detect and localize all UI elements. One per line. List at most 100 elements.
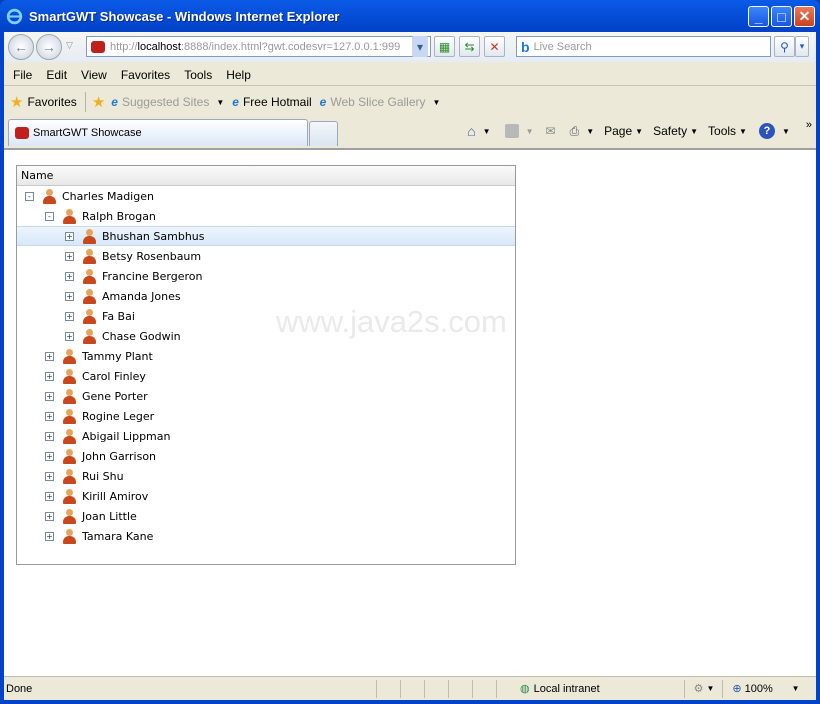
expand-icon[interactable]: + (65, 331, 74, 341)
protected-mode-icon[interactable]: ⚙ (694, 682, 704, 695)
address-dropdown-button[interactable]: ▾ (412, 36, 428, 57)
zoom-level[interactable]: 100% (745, 683, 789, 695)
feeds-icon[interactable] (504, 124, 519, 138)
tree-row[interactable]: + Rui Shu (17, 466, 515, 486)
expand-icon[interactable]: + (65, 251, 74, 261)
expand-icon[interactable]: + (65, 291, 74, 301)
home-dropdown-icon[interactable]: ▼ (483, 127, 491, 136)
address-host: localhost (137, 40, 181, 53)
expand-icon[interactable]: + (65, 311, 74, 321)
expand-icon[interactable]: + (65, 271, 74, 281)
ie-logo-icon (6, 8, 23, 24)
tree-row-name: Charles Madigen (62, 189, 154, 203)
maximize-button[interactable]: □ (771, 6, 792, 27)
command-bar: ⌂ ▼ ▼ ✉ ⎙ ▼ Page ▼ Safety ▼ Tools ▼ ? ▼ » (467, 119, 816, 143)
minimize-button[interactable]: _ (748, 6, 769, 27)
chevron-down-icon: ▼ (739, 126, 747, 136)
menu-view[interactable]: View (81, 68, 107, 82)
person-icon (62, 428, 76, 444)
favorites-label: Favorites (27, 95, 77, 109)
zoom-dropdown-icon[interactable]: ▼ (792, 684, 800, 693)
forward-button[interactable]: → (36, 34, 62, 60)
address-bar[interactable]: http://localhost:8888/index.html?gwt.cod… (86, 36, 431, 57)
suggested-sites-label: Suggested Sites (121, 95, 210, 109)
menu-file[interactable]: File (13, 68, 32, 82)
tree-row-name: Chase Godwin (102, 329, 181, 343)
tab-smartgwt-showcase[interactable]: SmartGWT Showcase (8, 119, 308, 146)
person-icon (82, 328, 96, 344)
search-input[interactable]: b Live Search (516, 36, 771, 57)
tools-menu[interactable]: Tools ▼ (708, 124, 747, 138)
print-icon[interactable]: ⎙ (570, 124, 580, 139)
tree-row[interactable]: - Charles Madigen (17, 186, 515, 206)
menu-favorites[interactable]: Favorites (121, 68, 170, 82)
tree-row[interactable]: + Tamara Kane (17, 526, 515, 546)
expand-icon[interactable]: + (65, 231, 74, 241)
expand-icon[interactable]: + (45, 351, 54, 361)
expand-icon[interactable]: + (45, 471, 54, 481)
tree-row[interactable]: + Kirill Amirov (17, 486, 515, 506)
menu-help[interactable]: Help (226, 68, 251, 82)
tree-row[interactable]: + Betsy Rosenbaum (17, 246, 515, 266)
expand-icon[interactable]: + (45, 491, 54, 501)
tree-row[interactable]: + Tammy Plant (17, 346, 515, 366)
help-icon[interactable]: ? (758, 123, 775, 139)
collapse-icon[interactable]: - (25, 191, 34, 201)
protected-mode-dropdown-icon[interactable]: ▼ (706, 684, 714, 693)
compatibility-view-button[interactable]: ▦ (434, 36, 455, 57)
feeds-dropdown-icon[interactable]: ▼ (526, 127, 534, 136)
menu-tools[interactable]: Tools (184, 68, 212, 82)
tree-row[interactable]: + Francine Bergeron (17, 266, 515, 286)
tree-row-name: Francine Bergeron (102, 269, 203, 283)
expand-icon[interactable]: + (45, 391, 54, 401)
tree-row[interactable]: + Joan Little (17, 506, 515, 526)
expand-icon[interactable]: + (45, 371, 54, 381)
tree-row[interactable]: + Rogine Leger (17, 406, 515, 426)
back-button[interactable]: ← (8, 34, 34, 60)
tree-row[interactable]: + Gene Porter (17, 386, 515, 406)
expand-icon[interactable]: + (45, 411, 54, 421)
tree-row[interactable]: + Bhushan Sambhus (17, 226, 515, 246)
tree-row-name: Gene Porter (82, 389, 148, 403)
expand-icon[interactable]: + (45, 451, 54, 461)
ie-page-icon: e (232, 95, 239, 109)
expand-icon[interactable]: + (45, 431, 54, 441)
menu-edit[interactable]: Edit (46, 68, 67, 82)
close-button[interactable]: ✕ (794, 6, 815, 27)
tree-row[interactable]: + Carol Finley (17, 366, 515, 386)
tab-row: SmartGWT Showcase ⌂ ▼ ▼ ✉ ⎙ ▼ Page ▼ Safety… (4, 116, 816, 148)
new-tab-button[interactable] (309, 121, 338, 146)
safety-menu[interactable]: Safety ▼ (653, 124, 698, 138)
free-hotmail-link[interactable]: e Free Hotmail (232, 95, 311, 109)
tree-row[interactable]: + John Garrison (17, 446, 515, 466)
web-slice-gallery-link[interactable]: e Web Slice Gallery ▼ (320, 95, 441, 109)
zoom-icon[interactable]: ⊕ (732, 682, 741, 695)
home-icon[interactable]: ⌂ (467, 123, 475, 139)
tree-row[interactable]: - Ralph Brogan (17, 206, 515, 226)
tools-menu-label: Tools (708, 124, 737, 138)
favorites-button[interactable]: ★ Favorites (10, 93, 77, 111)
expand-icon[interactable]: + (45, 511, 54, 521)
column-header-name[interactable]: Name (17, 166, 515, 186)
tree-row[interactable]: + Abigail Lippman (17, 426, 515, 446)
add-favorite-icon[interactable]: ★ (92, 93, 105, 111)
favorites-bar: ★ Favorites ★ e Suggested Sites ▼ e Free… (4, 88, 816, 116)
suggested-sites-link[interactable]: e Suggested Sites ▼ (111, 95, 224, 109)
stop-button[interactable]: ✕ (484, 36, 505, 57)
search-options-button[interactable]: ▾ (795, 36, 809, 57)
help-dropdown-icon[interactable]: ▼ (782, 127, 790, 136)
chevron-more-icon[interactable]: » (806, 119, 812, 131)
tree-row-name: Abigail Lippman (82, 429, 171, 443)
page-menu[interactable]: Page ▼ (604, 124, 643, 138)
refresh-button[interactable]: ⇆ (459, 36, 480, 57)
browser-chrome: ← → ▽ http://localhost:8888/index.html?g… (4, 32, 816, 148)
recent-pages-dropdown-icon[interactable]: ▽ (66, 40, 73, 51)
expand-icon[interactable]: + (45, 531, 54, 541)
mail-icon[interactable]: ✉ (546, 124, 556, 138)
print-dropdown-icon[interactable]: ▼ (586, 127, 594, 136)
search-button[interactable]: ⚲ (774, 36, 795, 57)
tree-row-name: Amanda Jones (102, 289, 181, 303)
tree-grid: Name - Charles Madigen - Ralph Brogan + Bhush… (16, 165, 516, 565)
collapse-icon[interactable]: - (45, 211, 54, 221)
tree-row[interactable]: + Amanda Jones (17, 286, 515, 306)
